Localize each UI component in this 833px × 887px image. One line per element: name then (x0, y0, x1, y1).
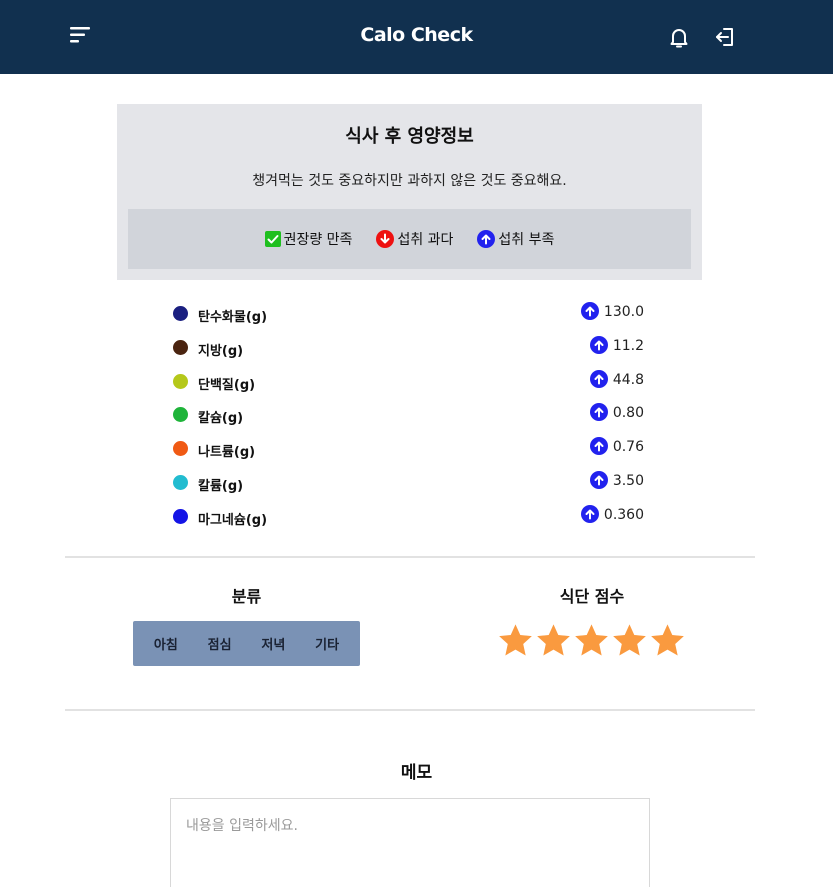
nutrient-name: 칼륨(g) (198, 479, 244, 494)
legend-item-excess: 섭취 과다 (376, 229, 453, 249)
arrow-up-icon (477, 230, 496, 248)
arrow-down-icon (376, 230, 395, 248)
star-icon[interactable] (611, 622, 648, 659)
nutrient-row: 탄수화물(g) 130.0 (0, 298, 833, 325)
nutrient-row: 마그네슘(g) 0.360 (0, 501, 833, 528)
arrow-up-icon (589, 471, 608, 489)
nutrition-info-title: 식사 후 영양정보 (345, 126, 474, 147)
nutrient-row: 칼슘(g) 0.80 (0, 399, 833, 427)
nutrient-value: 44.8 (612, 371, 644, 388)
arrow-up-icon (580, 504, 599, 523)
tab-other[interactable]: 기타 (311, 628, 343, 659)
nutrient-color-dot (173, 475, 188, 490)
legend-label: 섭취 부족 (498, 232, 555, 248)
nutrient-value: 0.80 (612, 405, 644, 422)
legend-label: 권장량 만족 (283, 232, 353, 248)
star-icon[interactable] (649, 622, 686, 659)
nutrient-value: 11.2 (612, 337, 644, 354)
star-icon[interactable] (573, 622, 610, 659)
memo-input[interactable] (170, 798, 650, 887)
arrow-up-icon (589, 335, 608, 354)
nutrient-row: 나트륨(g) 0.76 (0, 433, 833, 461)
arrow-up-icon (589, 369, 608, 388)
nutrient-row: 지방(g) 11.2 (0, 332, 833, 359)
nutrient-value: 0.76 (612, 439, 644, 456)
legend-item-satisfied: 권장량 만족 (264, 229, 353, 249)
arrow-up-icon (589, 437, 608, 456)
check-icon (264, 231, 281, 247)
star-icon[interactable] (497, 622, 534, 659)
app-header: Calo Check (0, 0, 833, 74)
nutrient-value: 130.0 (603, 304, 644, 320)
nutrient-color-dot (173, 339, 188, 355)
nutrient-color-dot (173, 441, 188, 457)
divider (65, 556, 755, 558)
legend-item-deficient: 섭취 부족 (477, 229, 554, 249)
tab-lunch[interactable]: 점심 (204, 628, 236, 659)
app-title: Calo Check (360, 24, 473, 46)
nutrition-info-panel: 식사 후 영양정보 챙겨먹는 것도 중요하지만 과하지 않은 것도 중요해요. … (117, 104, 702, 280)
meal-category-tabs: 아침 점심 저녁 기타 (133, 621, 360, 666)
nutrient-name: 칼슘(g) (198, 411, 244, 427)
nutrient-name: 마그네슘(g) (198, 512, 268, 528)
nutrient-color-dot (173, 373, 188, 389)
nutrient-value: 3.50 (612, 473, 644, 489)
nutrient-name: 단백질(g) (198, 377, 256, 393)
logout-icon[interactable] (713, 25, 737, 49)
star-rating (497, 622, 686, 659)
nutrient-row: 칼륨(g) 3.50 (0, 467, 833, 494)
nutrient-value: 0.360 (603, 506, 644, 523)
star-icon[interactable] (535, 622, 572, 659)
nutrient-color-dot (173, 306, 188, 321)
tab-dinner[interactable]: 저녁 (257, 628, 289, 659)
nutrition-info-subtitle: 챙겨먹는 것도 중요하지만 과하지 않은 것도 중요해요. (252, 173, 567, 189)
nutrient-name: 탄수화물(g) (198, 310, 268, 325)
arrow-up-icon (580, 302, 599, 320)
category-title: 분류 (231, 587, 262, 606)
nutrient-name: 지방(g) (198, 343, 244, 359)
legend-label: 섭취 과다 (397, 232, 454, 248)
memo-title: 메모 (400, 763, 433, 783)
status-legend: 권장량 만족 섭취 과다 섭취 부족 (128, 209, 691, 269)
arrow-up-icon (589, 403, 608, 422)
tab-breakfast[interactable]: 아침 (150, 628, 182, 659)
divider (65, 709, 755, 711)
nutrient-name: 나트륨(g) (198, 445, 256, 461)
nutrient-color-dot (173, 407, 188, 423)
nutrient-row: 단백질(g) 44.8 (0, 366, 833, 393)
nutrient-color-dot (173, 508, 188, 524)
bell-icon[interactable] (667, 25, 691, 49)
score-title: 식단 점수 (559, 587, 625, 606)
